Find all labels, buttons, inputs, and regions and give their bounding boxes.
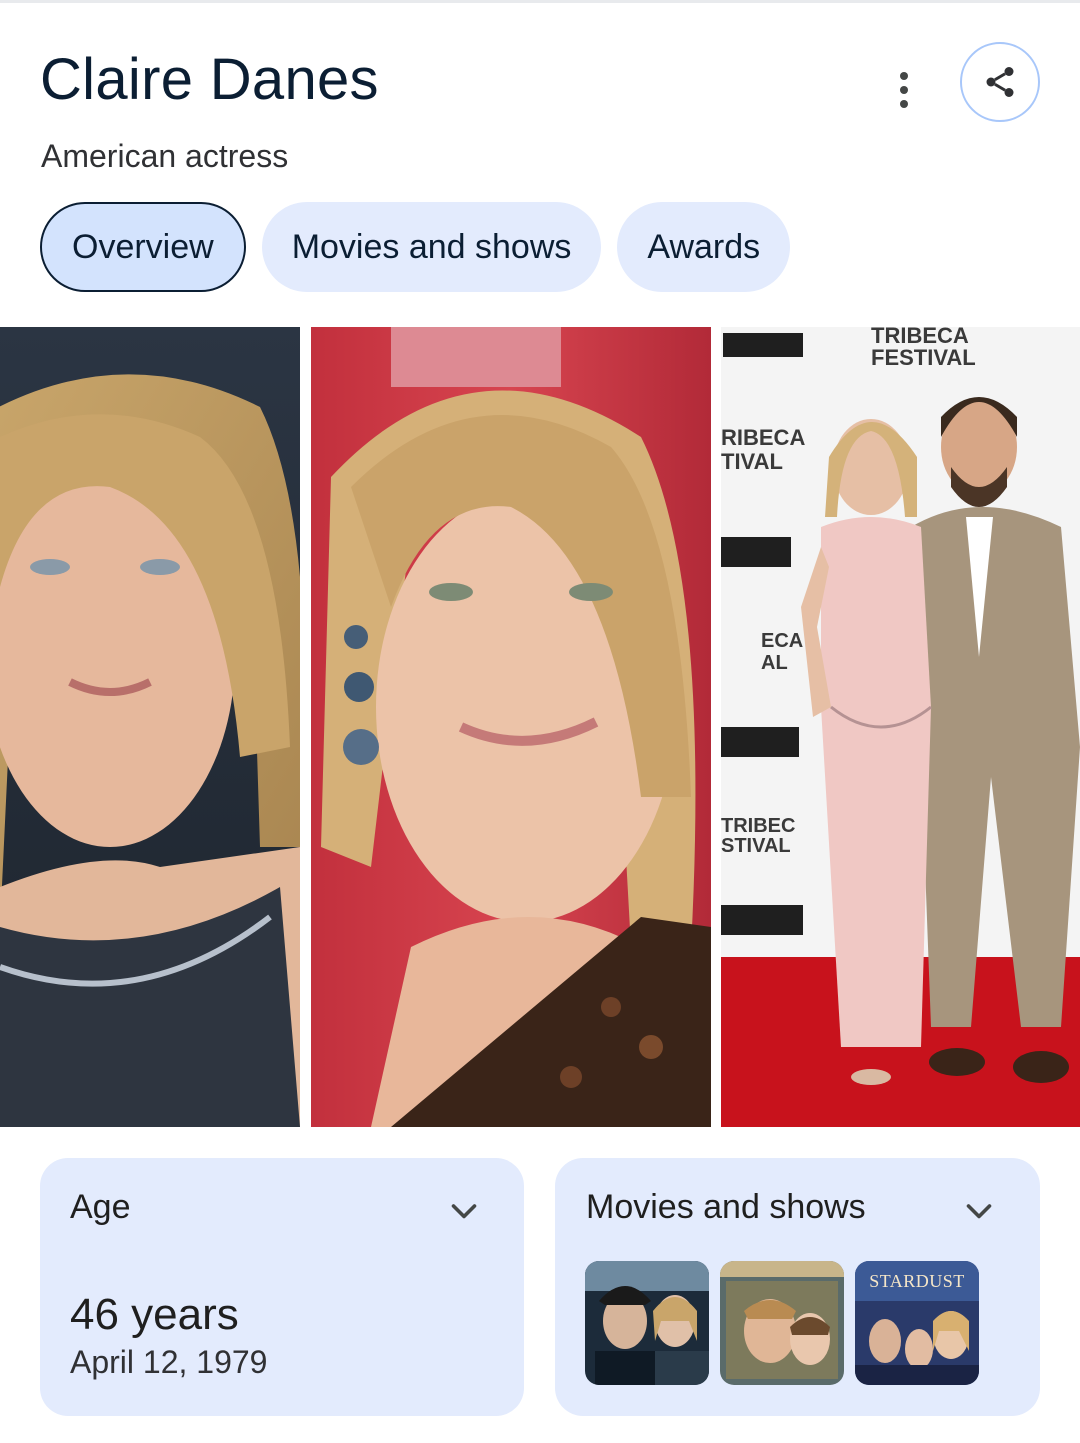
more-options-button[interactable] [882,62,926,118]
movie-poster-1[interactable] [585,1261,709,1385]
red-carpet-photo[interactable]: TRIBECA FESTIVAL RIBECA TIVAL ECA AL TRI… [721,327,1080,1127]
chevron-down-icon[interactable] [961,1194,997,1230]
portrait-photo-1-image [0,327,300,1127]
backdrop-text: STIVAL [721,835,791,857]
backdrop-text: TRIBEC [721,815,795,837]
tab-overview[interactable]: Overview [40,202,246,292]
birth-date: April 12, 1979 [70,1344,268,1380]
backdrop-text: ECA [761,630,803,652]
backdrop-text: AL [761,652,788,674]
more-vert-icon-dot [900,86,908,94]
entity-description: American actress [41,138,289,174]
movies-card[interactable]: Movies and shows STARDUST [555,1158,1040,1416]
more-vert-icon [900,72,908,80]
backdrop-text: TIVAL [721,449,783,474]
movie-poster-3[interactable]: STARDUST [855,1261,979,1385]
share-icon [986,67,1014,97]
image-gallery: TRIBECA FESTIVAL RIBECA TIVAL ECA AL TRI… [0,327,1080,1127]
age-value: 46 years [70,1290,239,1339]
backdrop-text: FESTIVAL [871,345,976,370]
more-vert-icon-dot [900,100,908,108]
portrait-photo-2[interactable] [311,327,711,1127]
movie-poster-3-title: STARDUST [869,1271,965,1291]
portrait-photo-2-image [311,327,711,1127]
knowledge-panel-header: Claire Danes American actress Overview M… [0,0,1080,320]
movie-poster-2-image [720,1261,844,1385]
share-button[interactable] [960,42,1040,122]
age-card-title: Age [70,1188,131,1226]
movies-card-title: Movies and shows [586,1188,866,1226]
movie-poster-1-image [585,1261,709,1385]
tab-awards[interactable]: Awards [617,202,791,292]
backdrop-text: RIBECA [721,425,805,450]
portrait-photo-1[interactable] [0,327,300,1127]
movie-poster-2[interactable] [720,1261,844,1385]
red-carpet-photo-image: TRIBECA FESTIVAL RIBECA TIVAL ECA AL TRI… [721,327,1080,1127]
age-card[interactable]: Age 46 years April 12, 1979 [40,1158,524,1416]
movie-posters: STARDUST [585,1261,979,1385]
tab-bar: Overview Movies and shows Awards [40,202,791,292]
chevron-down-icon[interactable] [446,1194,482,1230]
tab-movies-and-shows[interactable]: Movies and shows [261,202,602,292]
entity-title: Claire Danes [40,47,379,112]
